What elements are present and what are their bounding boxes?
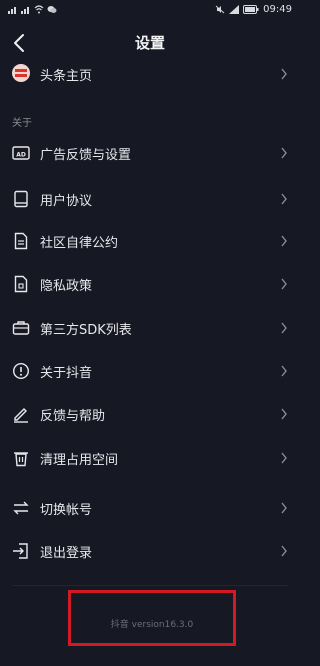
briefcase-icon: [12, 321, 30, 335]
menu-item-label: 广告反馈与设置: [40, 148, 132, 163]
menu-item-community-rules[interactable]: 社区自律公约: [0, 221, 300, 261]
book-icon: [14, 190, 28, 208]
page-title: 设置: [134, 34, 165, 52]
chevron-right-icon: [281, 452, 287, 464]
status-time: 09:49: [263, 4, 292, 15]
menu-item-feedback[interactable]: 反馈与帮助: [0, 394, 300, 434]
switch-icon: [13, 501, 29, 515]
status-bar: 09:49: [0, 0, 300, 22]
chevron-right-icon: [281, 502, 287, 514]
chevron-right-icon: [281, 278, 287, 290]
mute-icon: [215, 5, 225, 14]
menu-item-label: 退出登录: [40, 546, 93, 561]
menu-item-ad-settings[interactable]: AD 广告反馈与设置: [0, 133, 300, 173]
info-icon: [12, 362, 30, 380]
settings-screen: 09:49 设置 头条主页 关于 AD 广告反馈与设置 用户协议 社区自律公约 …: [0, 0, 300, 666]
document-icon: [14, 232, 28, 250]
battery-icon: [243, 5, 259, 14]
version-highlight-box: 抖音 version16.3.0: [68, 590, 236, 646]
menu-item-logout[interactable]: 退出登录: [0, 531, 300, 571]
chevron-right-icon: [281, 408, 287, 420]
section-about-label: 关于: [12, 118, 32, 129]
chevron-right-icon: [281, 545, 287, 557]
profile-row[interactable]: 头条主页: [0, 54, 300, 94]
chevron-right-icon: [281, 193, 287, 205]
signal-icon: [229, 5, 240, 14]
wifi-icon: [34, 5, 44, 14]
menu-item-label: 社区自律公约: [40, 236, 119, 251]
privacy-doc-icon: [14, 275, 28, 293]
chevron-right-icon: [281, 147, 287, 159]
ad-icon: AD: [12, 146, 30, 160]
menu-item-label: 切换帐号: [40, 503, 93, 518]
chevron-right-icon: [281, 322, 287, 334]
sim2-signal-icon: [21, 7, 29, 14]
menu-item-label: 关于抖音: [40, 366, 93, 381]
menu-item-label: 第三方SDK列表: [40, 323, 132, 338]
edit-icon: [14, 408, 28, 423]
trash-icon: [14, 452, 28, 467]
sim1-signal-icon: [8, 7, 16, 14]
chevron-right-icon: [281, 68, 287, 80]
menu-item-switch-account[interactable]: 切换帐号: [0, 488, 300, 528]
menu-item-label: 清理占用空间: [40, 453, 119, 468]
profile-label: 头条主页: [40, 69, 93, 84]
menu-item-about[interactable]: 关于抖音: [0, 351, 300, 391]
menu-item-privacy-policy[interactable]: 隐私政策: [0, 264, 300, 304]
menu-item-clear-storage[interactable]: 清理占用空间: [0, 438, 300, 478]
logout-icon: [13, 543, 28, 559]
wechat-icon: [47, 6, 57, 13]
avatar: [12, 64, 30, 82]
version-label: 抖音 version16.3.0: [110, 620, 194, 630]
menu-item-label: 隐私政策: [40, 279, 93, 294]
chevron-right-icon: [281, 235, 287, 247]
menu-item-user-agreement[interactable]: 用户协议: [0, 179, 300, 219]
menu-item-sdk-list[interactable]: 第三方SDK列表: [0, 308, 300, 348]
chevron-right-icon: [281, 365, 287, 377]
menu-item-label: 反馈与帮助: [40, 409, 106, 424]
menu-item-label: 用户协议: [40, 194, 93, 209]
divider: [12, 585, 288, 586]
svg-text:AD: AD: [16, 152, 26, 159]
